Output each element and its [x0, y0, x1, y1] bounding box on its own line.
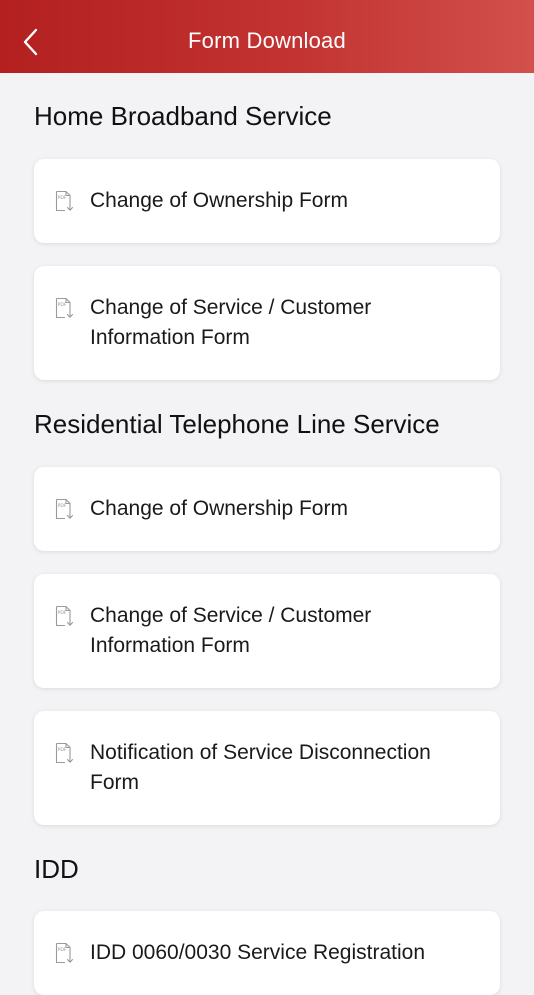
svg-text:PDF: PDF — [58, 747, 67, 753]
svg-text:PDF: PDF — [58, 195, 67, 201]
svg-text:PDF: PDF — [58, 302, 67, 308]
pdf-download-icon: PDF — [55, 742, 75, 764]
page-title: Form Download — [188, 28, 346, 53]
form-card-label: Change of Ownership Form — [90, 497, 348, 520]
form-card-label: IDD 0060/0030 Service Registration — [90, 941, 426, 964]
form-card-label: Change of Service / Customer Information… — [90, 296, 372, 349]
form-card[interactable]: PDF Change of Ownership Form — [34, 467, 500, 551]
section-title-residential-telephone: Residential Telephone Line Service — [34, 409, 440, 439]
pdf-download-icon: PDF — [55, 498, 75, 520]
svg-text:PDF: PDF — [58, 610, 67, 616]
form-card-label: Change of Ownership Form — [90, 189, 348, 212]
app-header: Form Download — [0, 0, 534, 73]
pdf-download-icon: PDF — [55, 190, 75, 212]
pdf-download-icon: PDF — [55, 942, 75, 964]
section-title-idd: IDD — [34, 854, 79, 884]
pdf-download-icon: PDF — [55, 605, 75, 627]
form-card[interactable]: PDF IDD 0060/0030 Service Registration — [34, 911, 500, 995]
pdf-download-icon: PDF — [55, 297, 75, 319]
form-card-label: Notification of Service Disconnection Fo… — [90, 741, 431, 794]
form-card[interactable]: PDF Change of Service / Customer Informa… — [34, 266, 500, 380]
section-title-home-broadband: Home Broadband Service — [34, 101, 332, 131]
form-card[interactable]: PDF Notification of Service Disconnectio… — [34, 711, 500, 825]
svg-text:PDF: PDF — [58, 947, 67, 953]
form-card[interactable]: PDF Change of Ownership Form — [34, 159, 500, 243]
svg-text:PDF: PDF — [58, 503, 67, 509]
form-card[interactable]: PDF Change of Service / Customer Informa… — [34, 574, 500, 688]
form-card-label: Change of Service / Customer Information… — [90, 604, 372, 657]
